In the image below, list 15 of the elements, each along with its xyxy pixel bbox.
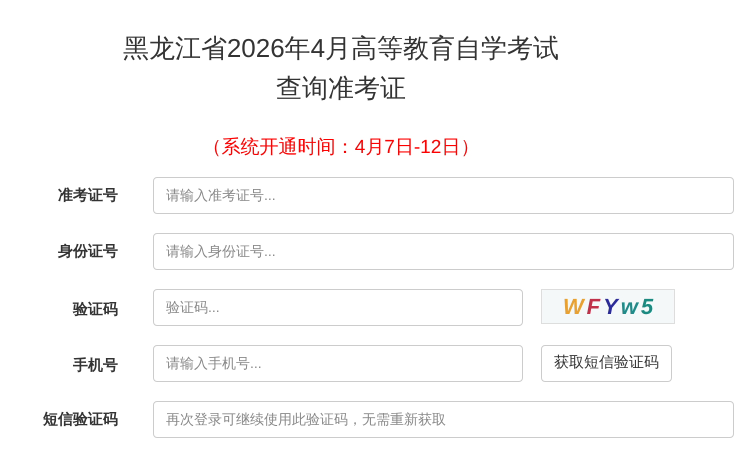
sms-code-button[interactable]: 获取短信验证码 (541, 344, 672, 382)
input-field[interactable]: 请输入身份证号... (153, 232, 734, 270)
page-title: 黑龙江省2026年4月高等教育自学考试 (122, 32, 560, 65)
field-label: 手机号 (73, 356, 118, 374)
page-title: 查询准考证 (276, 72, 406, 105)
field-label: 准考证号 (58, 186, 118, 204)
input-field[interactable]: 验证码... (153, 288, 523, 326)
captcha-image[interactable]: WF Yw5 (541, 288, 675, 324)
field-label: 验证码 (73, 300, 118, 318)
input-field[interactable]: 再次登录可继续使用此验证码，无需重新获取 (153, 400, 734, 438)
input-field[interactable]: 请输入准考证号... (153, 176, 734, 214)
field-label: 短信验证码 (43, 410, 118, 428)
input-field[interactable]: 请输入手机号... (153, 344, 523, 382)
field-label: 身份证号 (58, 242, 118, 260)
notice-text: （系统开通时间：4月7日-12日） (202, 136, 480, 160)
